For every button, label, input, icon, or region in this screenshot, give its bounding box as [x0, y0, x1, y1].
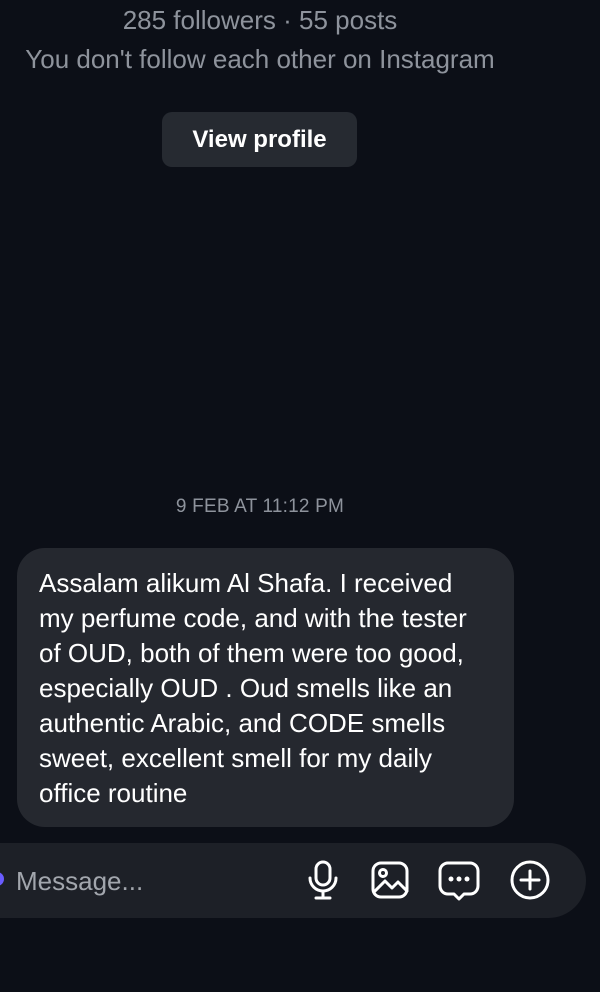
- dm-thread-screen: 285 followers · 55 posts You don't follo…: [0, 0, 600, 992]
- follow-status: You don't follow each other on Instagram: [25, 44, 495, 74]
- sticker-button[interactable]: [437, 858, 481, 902]
- view-profile-button[interactable]: View profile: [162, 112, 357, 167]
- add-button[interactable]: [508, 858, 552, 902]
- microphone-button[interactable]: [301, 858, 345, 902]
- message-timestamp: 9 FEB AT 11:12 PM: [175, 496, 345, 517]
- message-text: Assalam alikum Al Shafa. I received my p…: [39, 568, 467, 808]
- gallery-icon: [371, 861, 409, 899]
- sticker-icon: [438, 861, 480, 901]
- profile-stats: 285 followers · 55 posts: [122, 5, 398, 35]
- gallery-button[interactable]: [368, 858, 412, 902]
- add-icon: [510, 860, 550, 900]
- message-bubble[interactable]: Assalam alikum Al Shafa. I received my p…: [17, 548, 514, 827]
- microphone-icon: [308, 860, 338, 900]
- message-input[interactable]: [16, 860, 286, 902]
